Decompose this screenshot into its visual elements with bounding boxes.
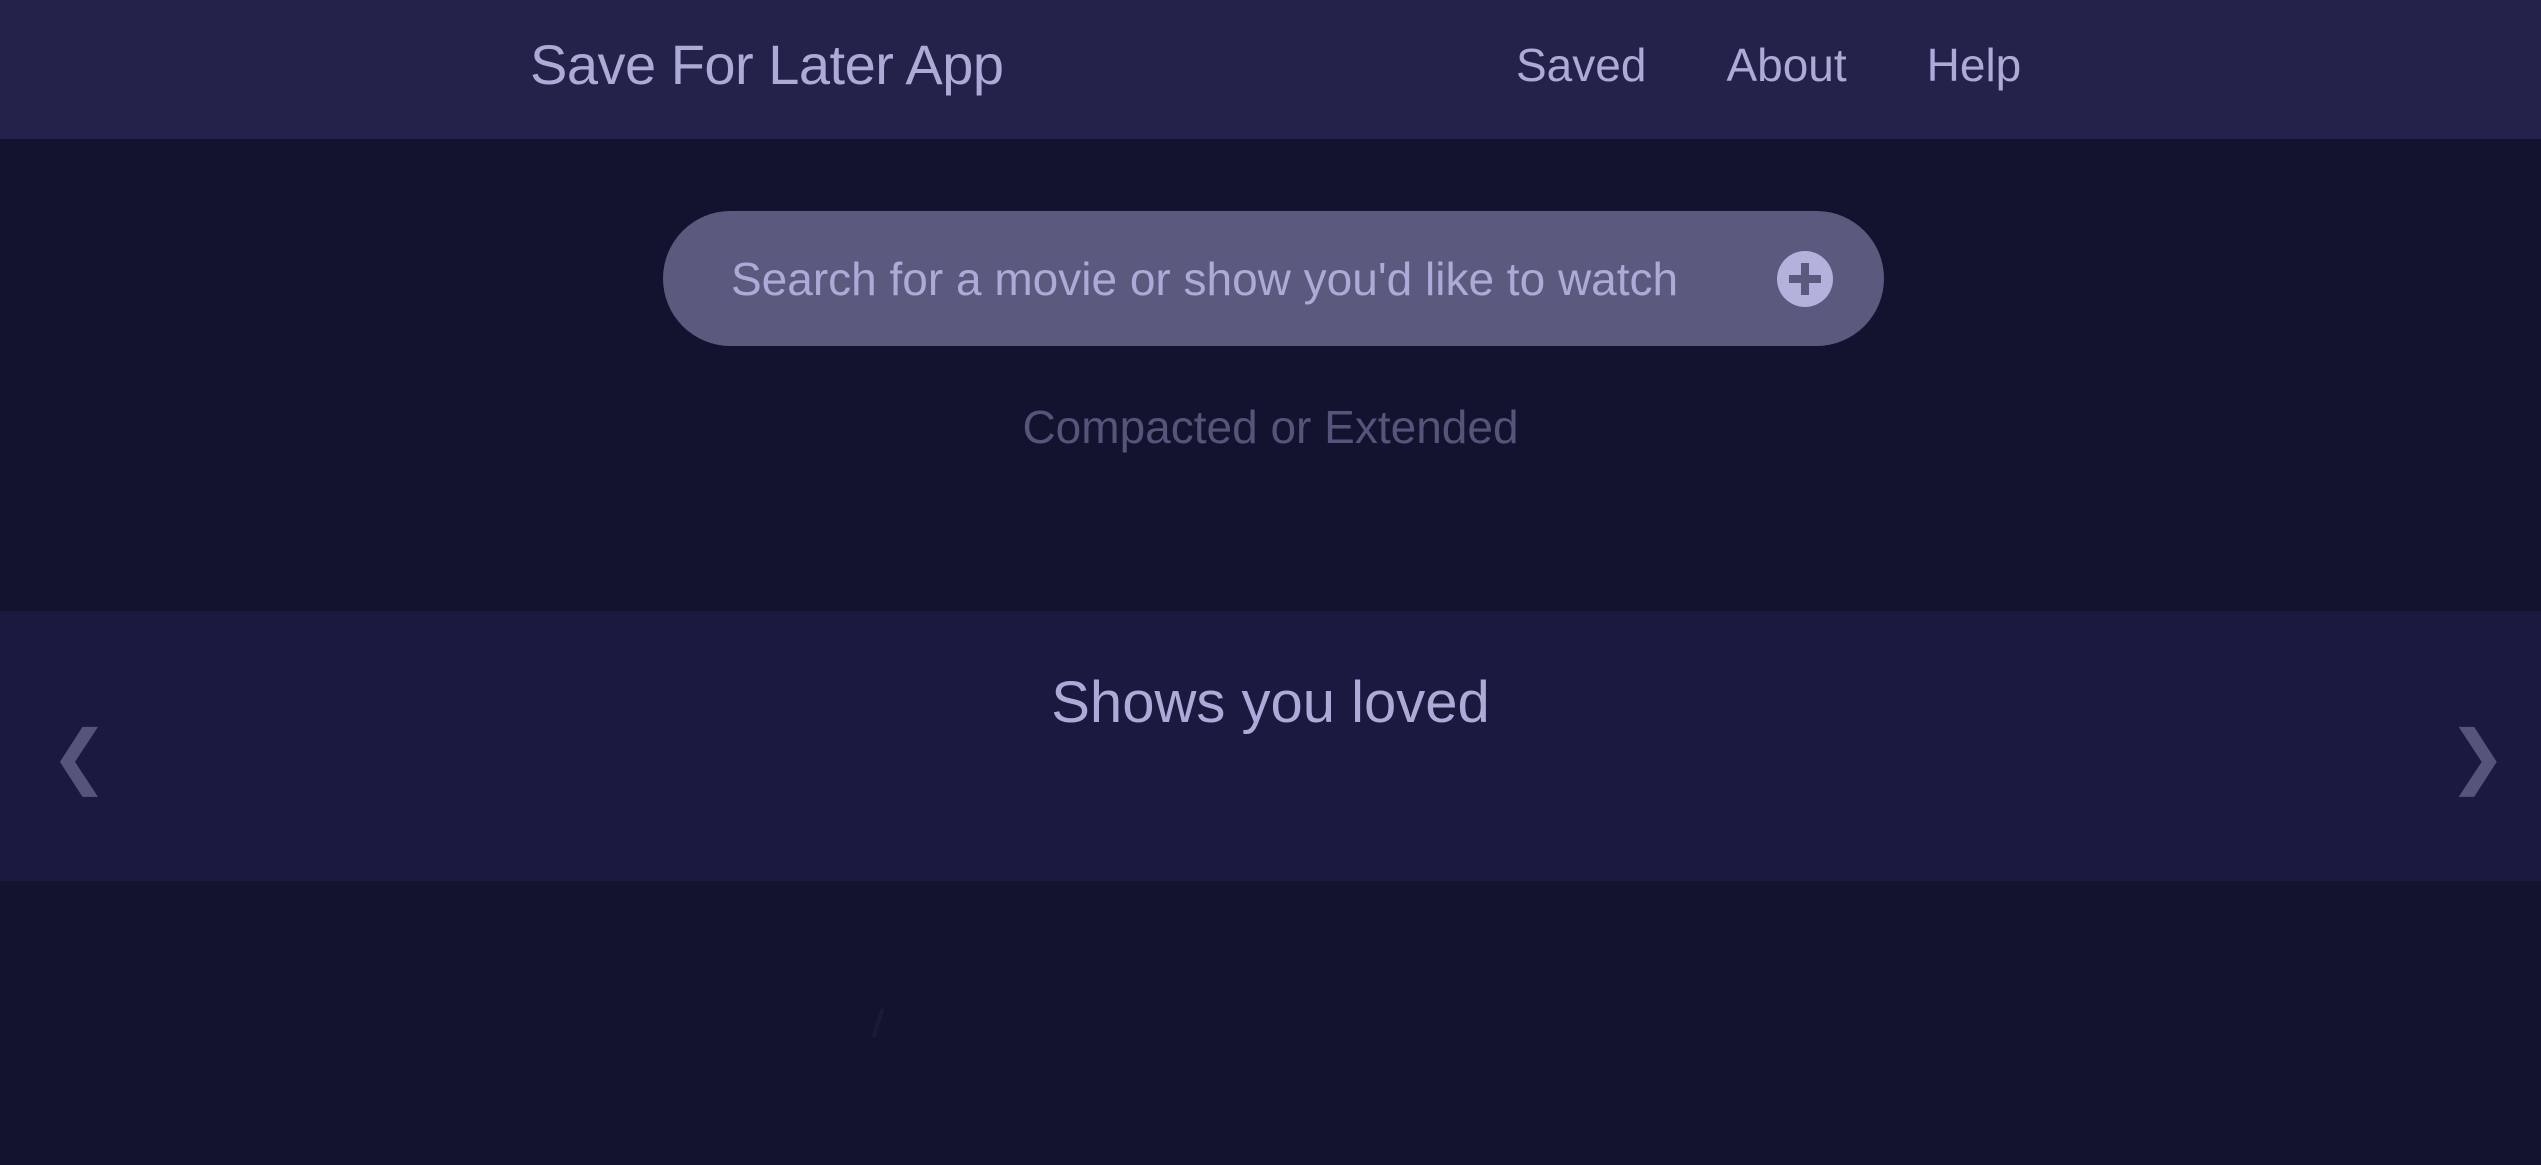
plus-circle-icon	[1789, 263, 1821, 295]
app-header: Save For Later App Saved About Help	[0, 0, 2541, 139]
nav-link-saved[interactable]: Saved	[1516, 0, 1646, 130]
shows-carousel: Shows you loved ❮ ❯	[0, 611, 2541, 881]
main-nav: Saved About Help	[1516, 0, 2021, 130]
search-bar	[663, 211, 1884, 346]
app-title: Save For Later App	[530, 33, 1004, 96]
search-input[interactable]	[731, 211, 1731, 346]
chevron-right-icon[interactable]: ❯	[2448, 721, 2507, 791]
view-toggle[interactable]: Compacted or Extended	[0, 400, 2541, 454]
nav-link-help[interactable]: Help	[1927, 0, 2022, 130]
add-button[interactable]	[1777, 251, 1833, 307]
chevron-left-icon[interactable]: ❮	[50, 721, 109, 791]
carousel-title: Shows you loved	[1051, 670, 1490, 735]
decorative-mark	[871, 1008, 885, 1038]
nav-link-about[interactable]: About	[1726, 0, 1846, 130]
